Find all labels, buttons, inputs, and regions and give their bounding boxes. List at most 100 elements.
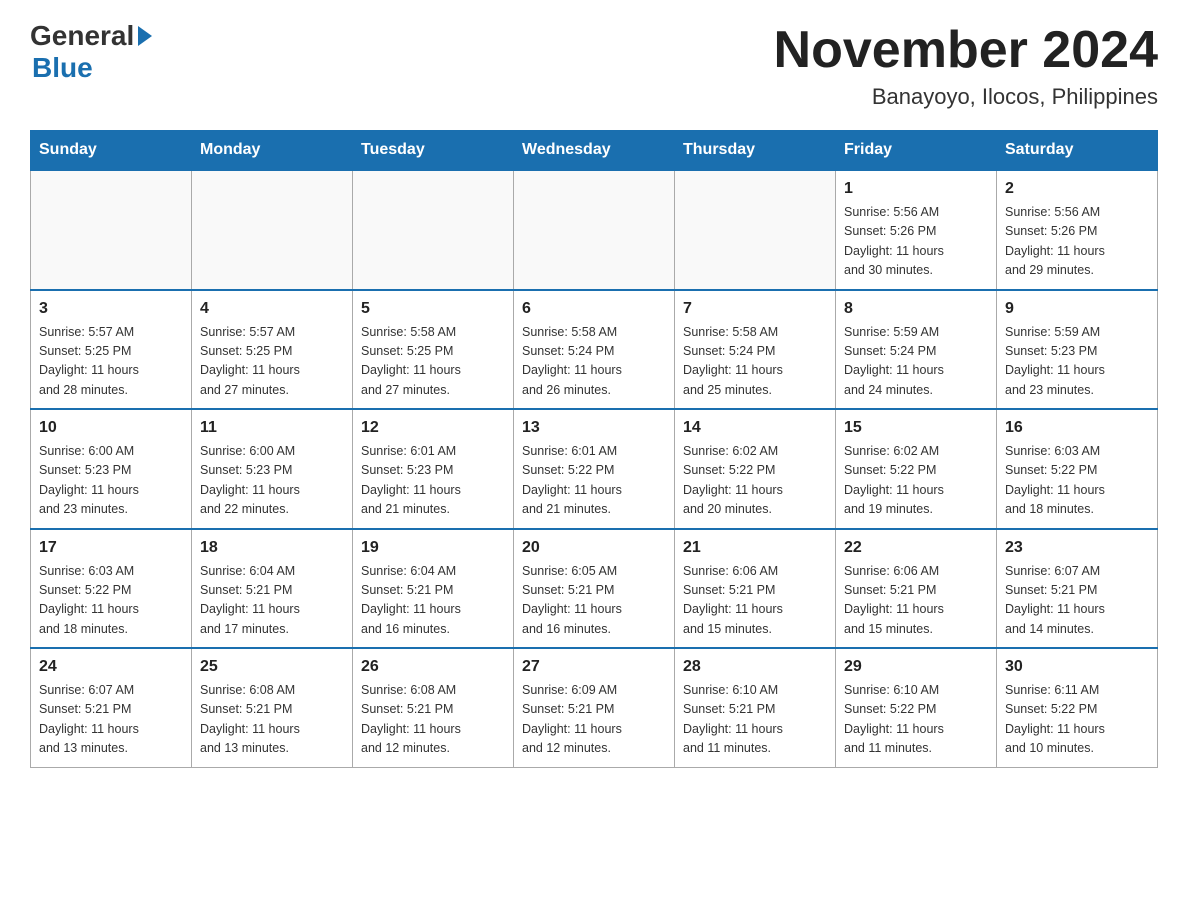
table-row: 7Sunrise: 5:58 AMSunset: 5:24 PMDaylight… <box>675 290 836 410</box>
day-info: Sunrise: 6:05 AMSunset: 5:21 PMDaylight:… <box>522 562 666 640</box>
calendar-week-row: 24Sunrise: 6:07 AMSunset: 5:21 PMDayligh… <box>31 648 1158 767</box>
day-number: 14 <box>683 416 827 440</box>
day-info: Sunrise: 6:08 AMSunset: 5:21 PMDaylight:… <box>361 681 505 759</box>
day-number: 27 <box>522 655 666 679</box>
day-number: 17 <box>39 536 183 560</box>
table-row: 3Sunrise: 5:57 AMSunset: 5:25 PMDaylight… <box>31 290 192 410</box>
day-number: 30 <box>1005 655 1149 679</box>
page-subtitle: Banayoyo, Ilocos, Philippines <box>774 84 1158 110</box>
table-row <box>353 170 514 290</box>
col-friday: Friday <box>836 131 997 171</box>
day-number: 6 <box>522 297 666 321</box>
table-row <box>675 170 836 290</box>
day-info: Sunrise: 6:10 AMSunset: 5:22 PMDaylight:… <box>844 681 988 759</box>
col-thursday: Thursday <box>675 131 836 171</box>
day-number: 1 <box>844 177 988 201</box>
table-row: 20Sunrise: 6:05 AMSunset: 5:21 PMDayligh… <box>514 529 675 649</box>
day-info: Sunrise: 6:07 AMSunset: 5:21 PMDaylight:… <box>39 681 183 759</box>
table-row: 21Sunrise: 6:06 AMSunset: 5:21 PMDayligh… <box>675 529 836 649</box>
table-row: 23Sunrise: 6:07 AMSunset: 5:21 PMDayligh… <box>997 529 1158 649</box>
day-info: Sunrise: 5:56 AMSunset: 5:26 PMDaylight:… <box>1005 203 1149 281</box>
day-number: 16 <box>1005 416 1149 440</box>
day-number: 7 <box>683 297 827 321</box>
day-number: 26 <box>361 655 505 679</box>
table-row: 1Sunrise: 5:56 AMSunset: 5:26 PMDaylight… <box>836 170 997 290</box>
day-info: Sunrise: 6:04 AMSunset: 5:21 PMDaylight:… <box>200 562 344 640</box>
day-info: Sunrise: 5:58 AMSunset: 5:25 PMDaylight:… <box>361 323 505 401</box>
day-info: Sunrise: 6:02 AMSunset: 5:22 PMDaylight:… <box>844 442 988 520</box>
table-row: 4Sunrise: 5:57 AMSunset: 5:25 PMDaylight… <box>192 290 353 410</box>
day-number: 18 <box>200 536 344 560</box>
day-info: Sunrise: 6:03 AMSunset: 5:22 PMDaylight:… <box>39 562 183 640</box>
table-row: 26Sunrise: 6:08 AMSunset: 5:21 PMDayligh… <box>353 648 514 767</box>
page-header: General Blue November 2024 Banayoyo, Ilo… <box>30 20 1158 110</box>
logo-general-label: General <box>30 20 134 52</box>
table-row: 17Sunrise: 6:03 AMSunset: 5:22 PMDayligh… <box>31 529 192 649</box>
day-info: Sunrise: 6:04 AMSunset: 5:21 PMDaylight:… <box>361 562 505 640</box>
logo-arrow-icon <box>138 26 152 46</box>
table-row: 28Sunrise: 6:10 AMSunset: 5:21 PMDayligh… <box>675 648 836 767</box>
table-row: 13Sunrise: 6:01 AMSunset: 5:22 PMDayligh… <box>514 409 675 529</box>
col-monday: Monday <box>192 131 353 171</box>
day-info: Sunrise: 5:57 AMSunset: 5:25 PMDaylight:… <box>39 323 183 401</box>
day-number: 13 <box>522 416 666 440</box>
table-row: 16Sunrise: 6:03 AMSunset: 5:22 PMDayligh… <box>997 409 1158 529</box>
table-row: 14Sunrise: 6:02 AMSunset: 5:22 PMDayligh… <box>675 409 836 529</box>
day-info: Sunrise: 6:01 AMSunset: 5:22 PMDaylight:… <box>522 442 666 520</box>
col-sunday: Sunday <box>31 131 192 171</box>
logo: General Blue <box>30 20 154 84</box>
day-number: 15 <box>844 416 988 440</box>
table-row: 15Sunrise: 6:02 AMSunset: 5:22 PMDayligh… <box>836 409 997 529</box>
day-number: 29 <box>844 655 988 679</box>
table-row: 2Sunrise: 5:56 AMSunset: 5:26 PMDaylight… <box>997 170 1158 290</box>
day-info: Sunrise: 6:06 AMSunset: 5:21 PMDaylight:… <box>683 562 827 640</box>
day-number: 9 <box>1005 297 1149 321</box>
col-tuesday: Tuesday <box>353 131 514 171</box>
table-row: 30Sunrise: 6:11 AMSunset: 5:22 PMDayligh… <box>997 648 1158 767</box>
day-info: Sunrise: 6:08 AMSunset: 5:21 PMDaylight:… <box>200 681 344 759</box>
col-saturday: Saturday <box>997 131 1158 171</box>
table-row <box>31 170 192 290</box>
col-wednesday: Wednesday <box>514 131 675 171</box>
day-info: Sunrise: 5:57 AMSunset: 5:25 PMDaylight:… <box>200 323 344 401</box>
day-info: Sunrise: 6:07 AMSunset: 5:21 PMDaylight:… <box>1005 562 1149 640</box>
day-number: 10 <box>39 416 183 440</box>
calendar-week-row: 1Sunrise: 5:56 AMSunset: 5:26 PMDaylight… <box>31 170 1158 290</box>
day-info: Sunrise: 5:59 AMSunset: 5:23 PMDaylight:… <box>1005 323 1149 401</box>
calendar-week-row: 10Sunrise: 6:00 AMSunset: 5:23 PMDayligh… <box>31 409 1158 529</box>
table-row <box>192 170 353 290</box>
day-info: Sunrise: 6:00 AMSunset: 5:23 PMDaylight:… <box>39 442 183 520</box>
day-info: Sunrise: 5:58 AMSunset: 5:24 PMDaylight:… <box>522 323 666 401</box>
day-info: Sunrise: 6:00 AMSunset: 5:23 PMDaylight:… <box>200 442 344 520</box>
day-info: Sunrise: 6:10 AMSunset: 5:21 PMDaylight:… <box>683 681 827 759</box>
table-row: 24Sunrise: 6:07 AMSunset: 5:21 PMDayligh… <box>31 648 192 767</box>
table-row: 11Sunrise: 6:00 AMSunset: 5:23 PMDayligh… <box>192 409 353 529</box>
day-info: Sunrise: 5:59 AMSunset: 5:24 PMDaylight:… <box>844 323 988 401</box>
day-number: 24 <box>39 655 183 679</box>
day-number: 20 <box>522 536 666 560</box>
logo-general-text: General <box>30 20 154 52</box>
day-number: 2 <box>1005 177 1149 201</box>
day-number: 21 <box>683 536 827 560</box>
table-row: 27Sunrise: 6:09 AMSunset: 5:21 PMDayligh… <box>514 648 675 767</box>
day-number: 8 <box>844 297 988 321</box>
day-info: Sunrise: 6:11 AMSunset: 5:22 PMDaylight:… <box>1005 681 1149 759</box>
calendar-week-row: 17Sunrise: 6:03 AMSunset: 5:22 PMDayligh… <box>31 529 1158 649</box>
calendar-table: Sunday Monday Tuesday Wednesday Thursday… <box>30 130 1158 768</box>
day-number: 23 <box>1005 536 1149 560</box>
table-row: 29Sunrise: 6:10 AMSunset: 5:22 PMDayligh… <box>836 648 997 767</box>
day-info: Sunrise: 6:01 AMSunset: 5:23 PMDaylight:… <box>361 442 505 520</box>
day-info: Sunrise: 6:02 AMSunset: 5:22 PMDaylight:… <box>683 442 827 520</box>
day-number: 3 <box>39 297 183 321</box>
table-row: 25Sunrise: 6:08 AMSunset: 5:21 PMDayligh… <box>192 648 353 767</box>
page-title: November 2024 <box>774 20 1158 80</box>
table-row: 5Sunrise: 5:58 AMSunset: 5:25 PMDaylight… <box>353 290 514 410</box>
day-number: 28 <box>683 655 827 679</box>
day-info: Sunrise: 6:03 AMSunset: 5:22 PMDaylight:… <box>1005 442 1149 520</box>
day-number: 11 <box>200 416 344 440</box>
day-number: 4 <box>200 297 344 321</box>
day-number: 12 <box>361 416 505 440</box>
calendar-week-row: 3Sunrise: 5:57 AMSunset: 5:25 PMDaylight… <box>31 290 1158 410</box>
table-row: 22Sunrise: 6:06 AMSunset: 5:21 PMDayligh… <box>836 529 997 649</box>
day-info: Sunrise: 5:56 AMSunset: 5:26 PMDaylight:… <box>844 203 988 281</box>
